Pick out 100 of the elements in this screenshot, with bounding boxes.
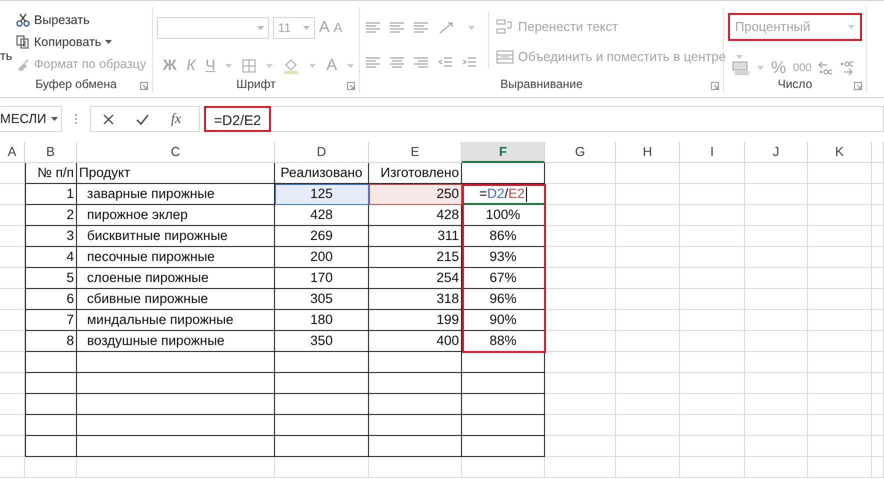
grid-cell (872, 331, 884, 352)
grid-cell (745, 268, 808, 289)
font-name-field[interactable] (157, 17, 269, 39)
align-left-icon[interactable] (366, 57, 380, 69)
grid-cell (0, 310, 25, 331)
align-center-icon[interactable] (390, 57, 404, 69)
grid-cell (808, 436, 872, 457)
column-header[interactable]: G (545, 142, 616, 163)
grid-cell (745, 163, 808, 184)
column-header[interactable]: J (745, 142, 808, 163)
caret-icon[interactable] (51, 117, 58, 121)
column-header[interactable]: D (275, 142, 369, 163)
editing-cell[interactable]: =D2/E2 (462, 184, 545, 205)
column-header[interactable]: C (77, 142, 275, 163)
grid-cell (680, 247, 745, 268)
decrease-indent-icon[interactable] (438, 57, 452, 69)
column-header[interactable]: F (462, 142, 545, 163)
merge-cells-icon[interactable] (496, 48, 514, 65)
column-header[interactable]: H (616, 142, 680, 163)
borders-icon[interactable] (242, 59, 256, 73)
grid-cell (808, 268, 872, 289)
increase-decimal-icon[interactable] (818, 60, 832, 75)
dialog-launcher-icon[interactable] (140, 82, 148, 90)
cancel-icon[interactable] (103, 114, 114, 124)
increase-indent-icon[interactable] (462, 57, 476, 69)
grid-cell (808, 331, 872, 352)
table-cell: 67% (462, 268, 545, 289)
grid-cell (545, 373, 616, 394)
paste-label: ть (0, 48, 12, 65)
currency-icon[interactable] (732, 60, 750, 75)
table-cell: песочные пирожные (77, 247, 275, 268)
grid-cell (0, 373, 25, 394)
grid-cell (616, 415, 680, 436)
grid-cell (545, 268, 616, 289)
grid-cell (745, 457, 808, 478)
grid-cell (0, 331, 25, 352)
grid-cell (616, 352, 680, 373)
grid-cell (745, 394, 808, 415)
table-cell: 199 (369, 310, 462, 331)
grid-cell (808, 373, 872, 394)
table-cell: 269 (275, 226, 369, 247)
table-cell: 90% (462, 310, 545, 331)
scissors-icon (16, 13, 30, 28)
dialog-launcher-icon[interactable] (711, 82, 719, 90)
fill-color-icon[interactable] (283, 58, 300, 74)
grid-cell (616, 373, 680, 394)
grid-cell (545, 352, 616, 373)
table-cell: 400 (369, 331, 462, 352)
grid-cell (745, 415, 808, 436)
table-cell: бисквитные пирожные (77, 226, 275, 247)
column-header[interactable]: K (808, 142, 872, 163)
grid-cell (0, 163, 25, 184)
grid-cell (872, 352, 884, 373)
grid-cell (25, 352, 77, 373)
insert-function-button[interactable]: fx (171, 108, 182, 130)
grid-cell (545, 184, 616, 205)
name-box[interactable]: МЕСЛИ (0, 106, 62, 132)
table-cell: сбивные пирожные (77, 289, 275, 310)
column-header[interactable]: B (25, 142, 77, 163)
grid-cell (0, 457, 25, 478)
column-header[interactable]: A (0, 142, 25, 163)
grid-cell (545, 310, 616, 331)
ribbon-button[interactable]: Копировать (34, 33, 102, 52)
grid-cell (872, 394, 884, 415)
grid-cell (808, 226, 872, 247)
align-right-icon[interactable] (414, 57, 428, 69)
header-cell (872, 142, 884, 163)
formula-field[interactable]: =D2/E2 (204, 106, 272, 132)
grid-cell (808, 394, 872, 415)
grid-cell (0, 352, 25, 373)
decrease-decimal-icon[interactable] (839, 60, 854, 75)
align-middle-icon[interactable] (390, 22, 404, 34)
column-header[interactable]: E (369, 142, 462, 163)
grid-cell (680, 310, 745, 331)
grid-cell (872, 247, 884, 268)
wrap-text-icon[interactable] (496, 18, 514, 35)
check-icon[interactable] (136, 114, 149, 124)
grid-cell (745, 289, 808, 310)
table-cell: пирожное эклер (77, 205, 275, 226)
table-cell: 305 (275, 289, 369, 310)
grid-cell (745, 205, 808, 226)
column-header[interactable]: I (680, 142, 745, 163)
caret-icon[interactable] (105, 40, 112, 44)
align-bottom-icon[interactable] (414, 22, 428, 34)
grid-cell (680, 184, 745, 205)
dialog-launcher-icon[interactable] (347, 82, 355, 90)
group-label: Шрифт (235, 76, 277, 93)
grid-cell (808, 310, 872, 331)
column-heading: Изготовлено (369, 163, 462, 184)
grid-cell (616, 310, 680, 331)
grid-cell (680, 289, 745, 310)
grid-cell (545, 394, 616, 415)
brush-icon (16, 57, 30, 72)
align-top-icon[interactable] (366, 22, 380, 34)
dialog-launcher-icon[interactable] (854, 82, 862, 90)
ribbon-button[interactable]: Вырезать (34, 11, 90, 30)
grid-cell (616, 226, 680, 247)
table-cell: 250 (369, 184, 462, 205)
table-cell: 100% (462, 205, 545, 226)
table-cell: заварные пирожные (77, 184, 275, 205)
